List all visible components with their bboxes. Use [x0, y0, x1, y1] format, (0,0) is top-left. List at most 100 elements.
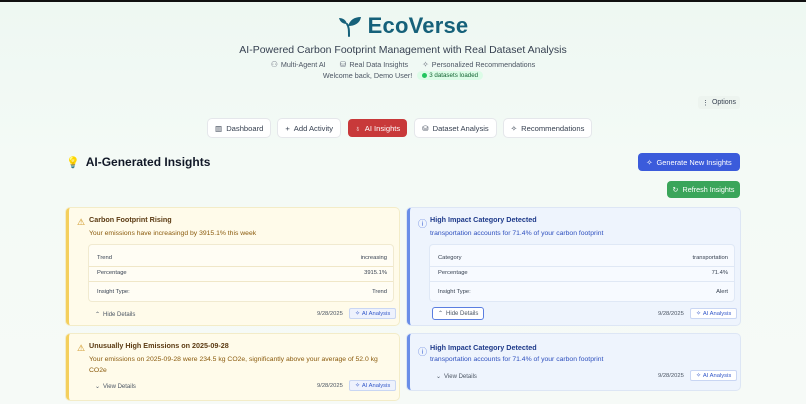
detail-key: Insight Type:	[438, 289, 471, 295]
detail-value: transportation	[692, 255, 728, 261]
status-dot-icon	[422, 73, 428, 78]
card-date: 9/28/2025	[658, 311, 684, 317]
generate-insights-button[interactable]: ✧ Generate New Insights	[638, 153, 740, 171]
detail-row: Category transportation	[438, 255, 728, 261]
options-label: Options	[711, 99, 737, 106]
ai-analysis-button[interactable]: ✧ AI Analysis	[349, 308, 397, 319]
detail-value: increasing	[360, 255, 387, 261]
hide-details-toggle[interactable]: ⌃ Hide Details	[432, 307, 485, 320]
subtitle: AI-Powered Carbon Footprint Management w…	[239, 44, 567, 56]
ai-analysis-button[interactable]: ✧ AI Analysis	[690, 370, 738, 381]
more-vertical-icon: ⋮	[701, 99, 709, 107]
detail-row: Insight Type: Alert	[438, 289, 728, 295]
warning-icon: ⚠	[77, 343, 86, 353]
ai-label: AI Analysis	[361, 382, 391, 389]
bar-chart-icon: ▥	[215, 123, 223, 133]
feature-label: Multi-Agent AI	[280, 60, 326, 69]
tab-dashboard[interactable]: ▥ Dashboard	[208, 119, 271, 137]
view-details-toggle[interactable]: ⌄ View Details	[95, 383, 136, 391]
insight-card-category: ⓘ High Impact Category Detected transpor…	[407, 208, 740, 325]
detail-value: Alert	[716, 289, 728, 295]
card-details: Trend increasing Percentage 3915.1% Insi…	[89, 245, 393, 301]
detail-row: Percentage 71.4%	[438, 270, 728, 276]
ai-analysis-button[interactable]: ✧ AI Analysis	[349, 380, 397, 391]
detail-value: 71.4%	[711, 270, 728, 276]
top-border	[0, 0, 806, 2]
chevron-up-icon: ⌃	[95, 312, 101, 318]
tab-add-activity[interactable]: + Add Activity	[278, 119, 341, 137]
card-title: Unusually High Emissions on 2025-09-28	[89, 341, 229, 350]
toggle-label: Hide Details	[446, 310, 479, 317]
toggle-label: View Details	[444, 373, 477, 380]
sparkles-icon: ✧	[696, 310, 701, 317]
options-button[interactable]: ⋮ Options	[698, 96, 740, 109]
welcome-row: Welcome back, Demo User! 3 datasets load…	[0, 71, 806, 80]
sprout-logo-icon	[338, 17, 361, 37]
detail-value: 3915.1%	[364, 270, 387, 276]
chevron-up-icon: ⌃	[438, 311, 444, 317]
detail-row: Percentage 3915.1%	[97, 270, 387, 276]
card-title: High Impact Category Detected	[430, 343, 537, 352]
lightbulb-icon: ♁	[355, 123, 361, 133]
tab-recommendations[interactable]: ✧ Recommendations	[503, 119, 592, 137]
card-description: transportation accounts for 71.4% of you…	[430, 356, 604, 363]
detail-key: Insight Type:	[97, 289, 130, 295]
detail-key: Percentage	[97, 270, 127, 276]
feature-label: Real Data Insights	[349, 60, 409, 69]
datasets-badge: 3 datasets loaded	[417, 71, 484, 80]
detail-row: Trend increasing	[97, 255, 387, 261]
insight-card-trend: ⚠ Carbon Footprint Rising Your emissions…	[66, 208, 399, 325]
generate-label: Generate New Insights	[656, 157, 732, 167]
tab-ai-insights[interactable]: ♁ AI Insights	[348, 119, 408, 137]
card-date: 9/28/2025	[658, 373, 684, 379]
description-line: Your emissions on 2025-09-28 were 234.5 …	[89, 356, 378, 363]
divider	[89, 281, 393, 282]
refresh-icon: ↻	[672, 185, 679, 194]
toggle-label: View Details	[103, 383, 136, 390]
welcome-text: Welcome back, Demo User!	[322, 71, 413, 80]
view-details-toggle[interactable]: ⌄ View Details	[436, 373, 477, 381]
refresh-insights-button[interactable]: ↻ Refresh Insights	[667, 181, 740, 198]
brand: EcoVerse	[0, 13, 806, 39]
section-title-text: AI-Generated Insights	[85, 155, 211, 169]
detail-value: Trend	[372, 289, 387, 295]
tab-label: Add Activity	[293, 123, 334, 133]
tab-label: Dashboard	[226, 123, 264, 133]
warning-icon: ⚠	[77, 217, 86, 227]
card-title: Carbon Footprint Rising	[89, 215, 172, 224]
card-description: Your emissions have increasingd by 3915.…	[89, 230, 257, 237]
feature-recommendations: ✧ Personalized Recommendations	[422, 60, 535, 69]
card-title: High Impact Category Detected	[430, 215, 537, 224]
divider	[430, 266, 734, 267]
card-details: Category transportation Percentage 71.4%…	[430, 245, 734, 301]
database-icon: ⛁	[422, 123, 429, 133]
card-description: Your emissions on 2025-09-28 were 234.5 …	[89, 354, 378, 376]
divider	[89, 266, 393, 267]
card-description: transportation accounts for 71.4% of you…	[430, 230, 604, 237]
sparkles-icon: ✧	[355, 382, 360, 389]
chevron-down-icon: ⌄	[436, 374, 442, 380]
info-icon: ⓘ	[418, 347, 428, 357]
sparkles-icon: ✧	[422, 59, 429, 69]
detail-row: Insight Type: Trend	[97, 289, 387, 295]
refresh-label: Refresh Insights	[682, 185, 735, 194]
card-date: 9/28/2025	[317, 383, 343, 389]
ai-analysis-button[interactable]: ✧ AI Analysis	[690, 308, 738, 319]
card-date: 9/28/2025	[317, 311, 343, 317]
sparkles-icon: ✧	[355, 310, 360, 317]
sparkles-icon: ✧	[510, 123, 518, 133]
main-tabs: ▥ Dashboard + Add Activity ♁ AI Insights…	[208, 119, 592, 137]
insight-card-category-2: ⓘ High Impact Category Detected transpor…	[407, 334, 740, 390]
tab-label: AI Insights	[364, 123, 401, 133]
hide-details-toggle[interactable]: ⌃ Hide Details	[95, 311, 135, 319]
brand-title: EcoVerse	[367, 13, 469, 38]
feature-label: Personalized Recommendations	[431, 60, 536, 69]
tab-label: Recommendations	[521, 123, 585, 133]
feature-real-data: ⛁ Real Data Insights	[340, 60, 408, 69]
insight-card-anomaly: ⚠ Unusually High Emissions on 2025-09-28…	[66, 334, 399, 400]
brain-icon: ⚇	[270, 59, 278, 69]
ai-label: AI Analysis	[361, 310, 391, 317]
tab-dataset-analysis[interactable]: ⛁ Dataset Analysis	[415, 119, 496, 137]
lightbulb-icon: 💡	[66, 156, 80, 169]
chevron-down-icon: ⌄	[95, 384, 101, 390]
